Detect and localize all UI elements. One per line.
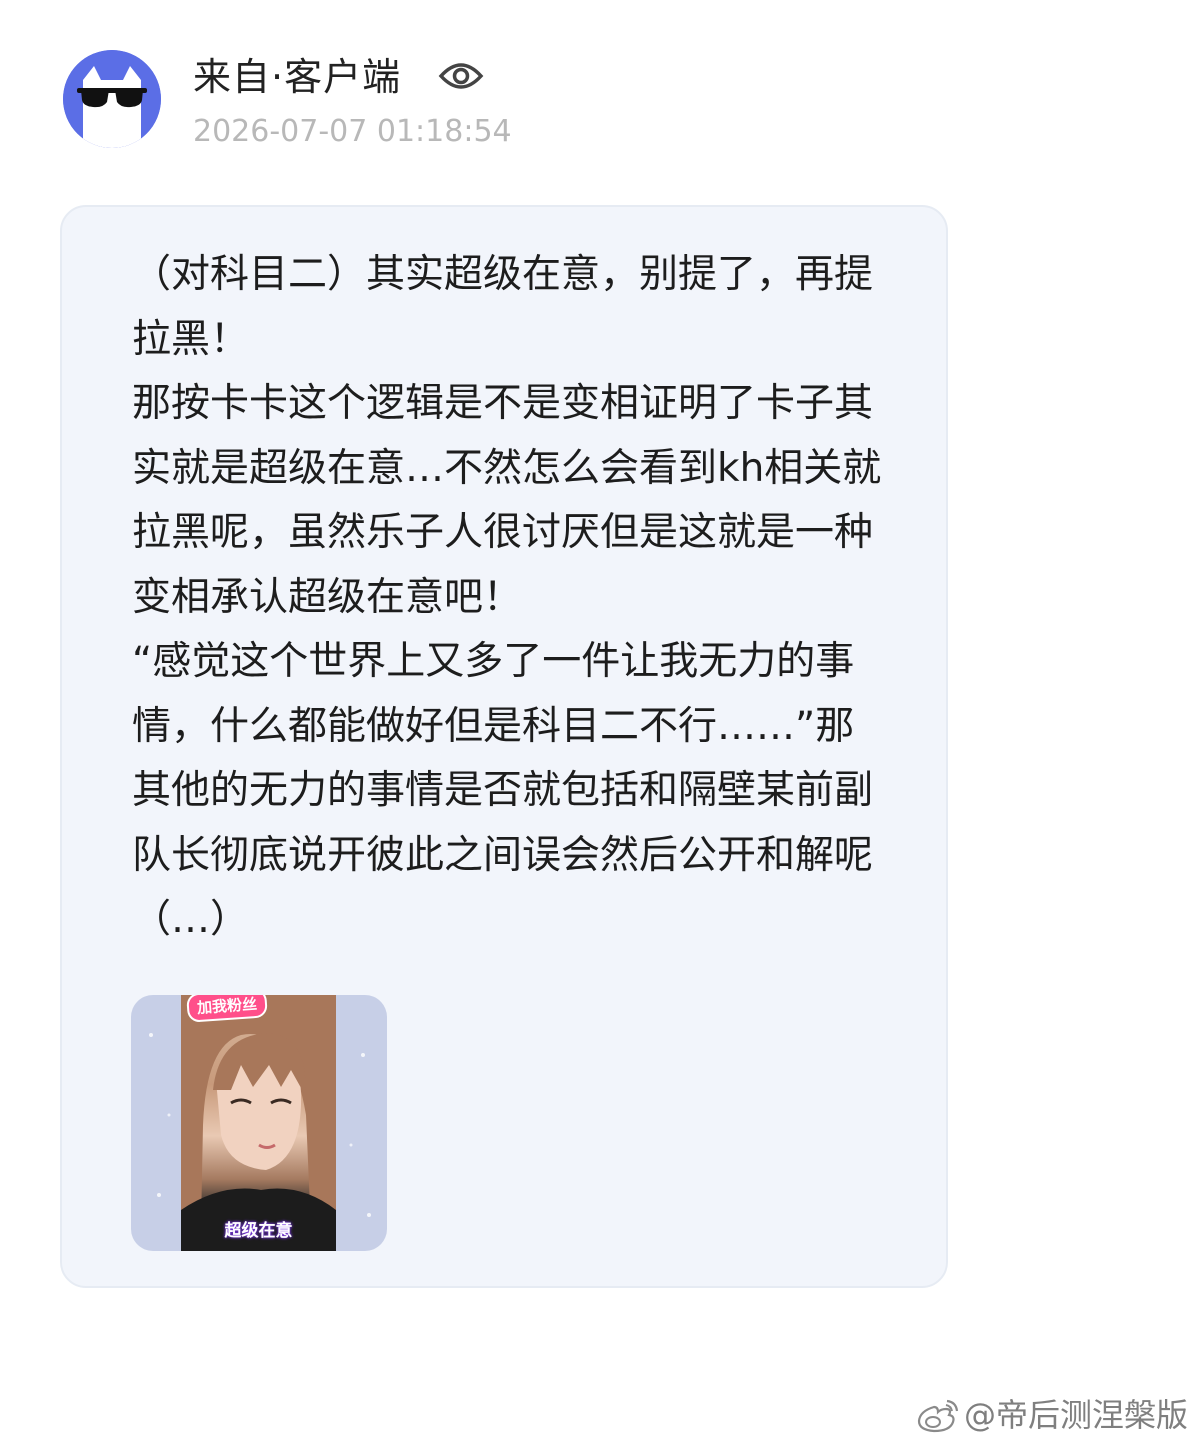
post-card: （对科目二）其实超级在意，别提了，再提拉黑！ 那按卡卡这个逻辑是不是变相证明了卡… bbox=[60, 205, 948, 1288]
sunglasses-cat-avatar-icon bbox=[63, 50, 161, 148]
watermark-text: @帝后测涅槃版 bbox=[963, 1396, 1188, 1434]
post-text: （对科目二）其实超级在意，别提了，再提拉黑！ 那按卡卡这个逻辑是不是变相证明了卡… bbox=[132, 252, 882, 942]
video-frame: 超级在意 bbox=[181, 995, 336, 1251]
person-photo-icon bbox=[181, 995, 336, 1251]
post-page: 来自·客户端 2026-07-07 01:18:54 （对科目二）其实超级在意，… bbox=[0, 0, 1200, 1443]
username[interactable]: 来自·客户端 bbox=[193, 54, 401, 100]
avatar[interactable] bbox=[63, 50, 161, 148]
post-timestamp: 2026-07-07 01:18:54 bbox=[193, 114, 512, 149]
eye-icon[interactable] bbox=[438, 56, 484, 96]
video-caption: 超级在意 bbox=[224, 1221, 293, 1241]
media-thumbnail[interactable]: 超级在意 加我粉丝 bbox=[131, 995, 387, 1251]
weibo-icon bbox=[917, 1399, 959, 1433]
watermark: @帝后测涅槃版 bbox=[916, 1395, 1188, 1435]
